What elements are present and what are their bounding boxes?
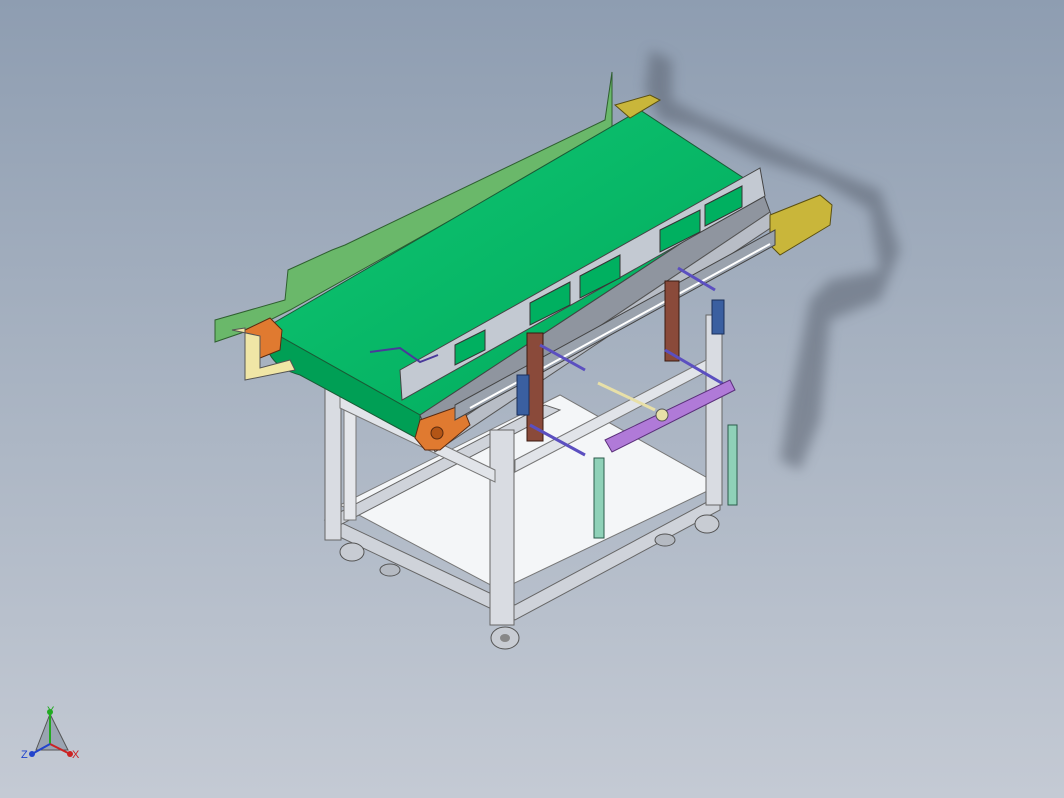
bracket-brown-right xyxy=(664,280,680,362)
x-axis-label: X xyxy=(72,749,80,761)
leg-front-left xyxy=(324,379,342,541)
bracket-blue-left xyxy=(516,374,530,416)
bracket-blue-right xyxy=(711,299,725,335)
bracket-teal-right xyxy=(727,424,738,506)
bracket-teal-left xyxy=(593,457,605,539)
y-axis-label: Y xyxy=(47,705,55,717)
conveyor-model[interactable] xyxy=(0,0,1064,798)
cad-viewport[interactable]: Y X Z xyxy=(0,0,1064,798)
caster-front-right xyxy=(490,626,520,650)
leg-front-right xyxy=(489,429,515,626)
leg-back-right xyxy=(705,314,723,506)
z-axis-label: Z xyxy=(21,749,28,761)
coordinate-triad-icon: Y X Z xyxy=(16,700,86,770)
